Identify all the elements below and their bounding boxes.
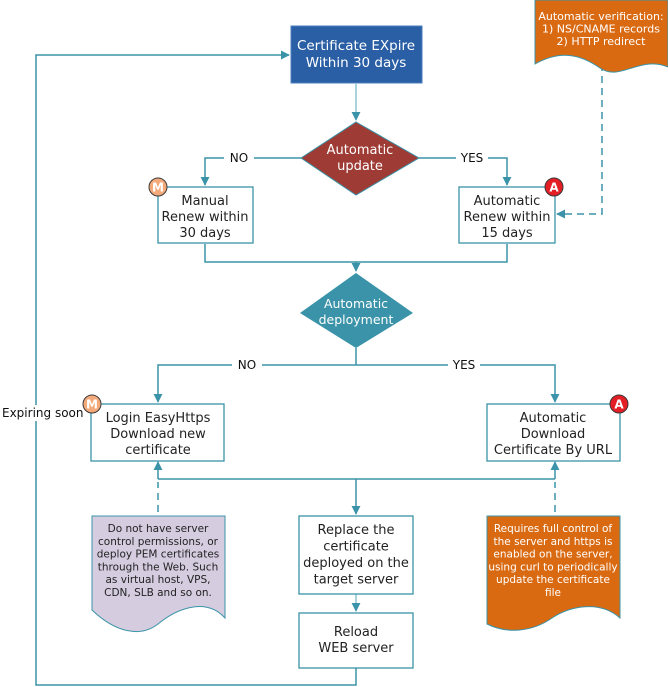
- edge-label-deploy-yes: YES: [452, 358, 476, 372]
- text-line: file: [545, 587, 561, 599]
- text-line: Automatic verification:: [538, 10, 663, 23]
- edge-label-loop: Expiring soon: [2, 406, 83, 420]
- text-line: Reload: [334, 625, 378, 640]
- text-line: 30 days: [179, 226, 231, 241]
- text-line: deployed on the: [303, 556, 409, 571]
- text-line: Download: [521, 427, 586, 442]
- text-line: certificate: [323, 540, 389, 555]
- edge-manual-renew-merge: [204, 244, 508, 263]
- text-line: WEB server: [318, 641, 394, 656]
- decision-deploy-text: Automatic deployment: [319, 296, 394, 327]
- text-line: deployment: [319, 312, 394, 327]
- edge-label-update-no: NO: [230, 151, 248, 165]
- text-line: enabled on the server,: [493, 549, 612, 561]
- text-line: Replace the: [318, 523, 395, 538]
- text-line: control permissions, or: [98, 536, 219, 548]
- auto-badge-download: A: [609, 394, 629, 414]
- text-line: target server: [314, 573, 399, 588]
- text-line: update the certificate: [496, 574, 610, 586]
- svg-text:A: A: [549, 181, 559, 195]
- text-line: Automatic: [474, 194, 541, 209]
- text-line: update: [337, 159, 383, 174]
- start-text: Certificate EXpire Within 30 days: [297, 38, 415, 71]
- text-line: as virtual host, VPS,: [105, 574, 210, 586]
- text-line: Requires full control of: [494, 523, 613, 535]
- text-line: Renew within: [162, 210, 249, 225]
- replace-text: Replace the certificate deployed on the tar…: [303, 523, 409, 588]
- text-line: through the Web. Such: [98, 561, 218, 573]
- text-line: using curl to periodically: [488, 561, 617, 573]
- text-line: the server and https is: [494, 536, 613, 548]
- text-line: Certificate EXpire: [297, 38, 415, 54]
- text-line: deploy PEM certificates: [97, 549, 220, 561]
- note-manual-text: Do not have server control permissions, o…: [97, 523, 220, 599]
- text-line: 2) HTTP redirect: [557, 35, 647, 48]
- text-line: Automatic: [327, 143, 394, 158]
- text-line: Manual: [181, 194, 228, 209]
- flowchart: NO YES NO YES Expiring soon M A M A Cert…: [2, 0, 668, 686]
- edge-label-update-yes: YES: [460, 151, 484, 165]
- text-line: 15 days: [481, 226, 533, 241]
- text-line: Login EasyHttps: [106, 411, 211, 426]
- note-verification-text: Automatic verification: 1) NS/CNAME recor…: [538, 10, 663, 48]
- text-line: Renew within: [464, 210, 551, 225]
- edge-label-deploy-no: NO: [238, 358, 256, 372]
- text-line: Within 30 days: [306, 55, 407, 71]
- text-line: Automatic: [324, 296, 388, 311]
- svg-text:A: A: [614, 398, 624, 412]
- edge-verification-note: [556, 64, 603, 219]
- svg-text:M: M: [152, 181, 164, 195]
- text-line: certificate: [125, 443, 191, 458]
- text-line: Automatic: [520, 411, 587, 426]
- text-line: Download new: [110, 427, 206, 442]
- text-line: Do not have server: [108, 523, 209, 535]
- auto-badge-renew: A: [544, 177, 564, 197]
- manual-badge-download: M: [82, 394, 102, 414]
- text-line: 1) NS/CNAME records: [542, 23, 660, 36]
- manual-badge-renew: M: [148, 177, 168, 197]
- text-line: Certificate By URL: [494, 443, 613, 458]
- text-line: CDN, SLB and so on.: [104, 587, 212, 599]
- svg-text:M: M: [86, 398, 98, 412]
